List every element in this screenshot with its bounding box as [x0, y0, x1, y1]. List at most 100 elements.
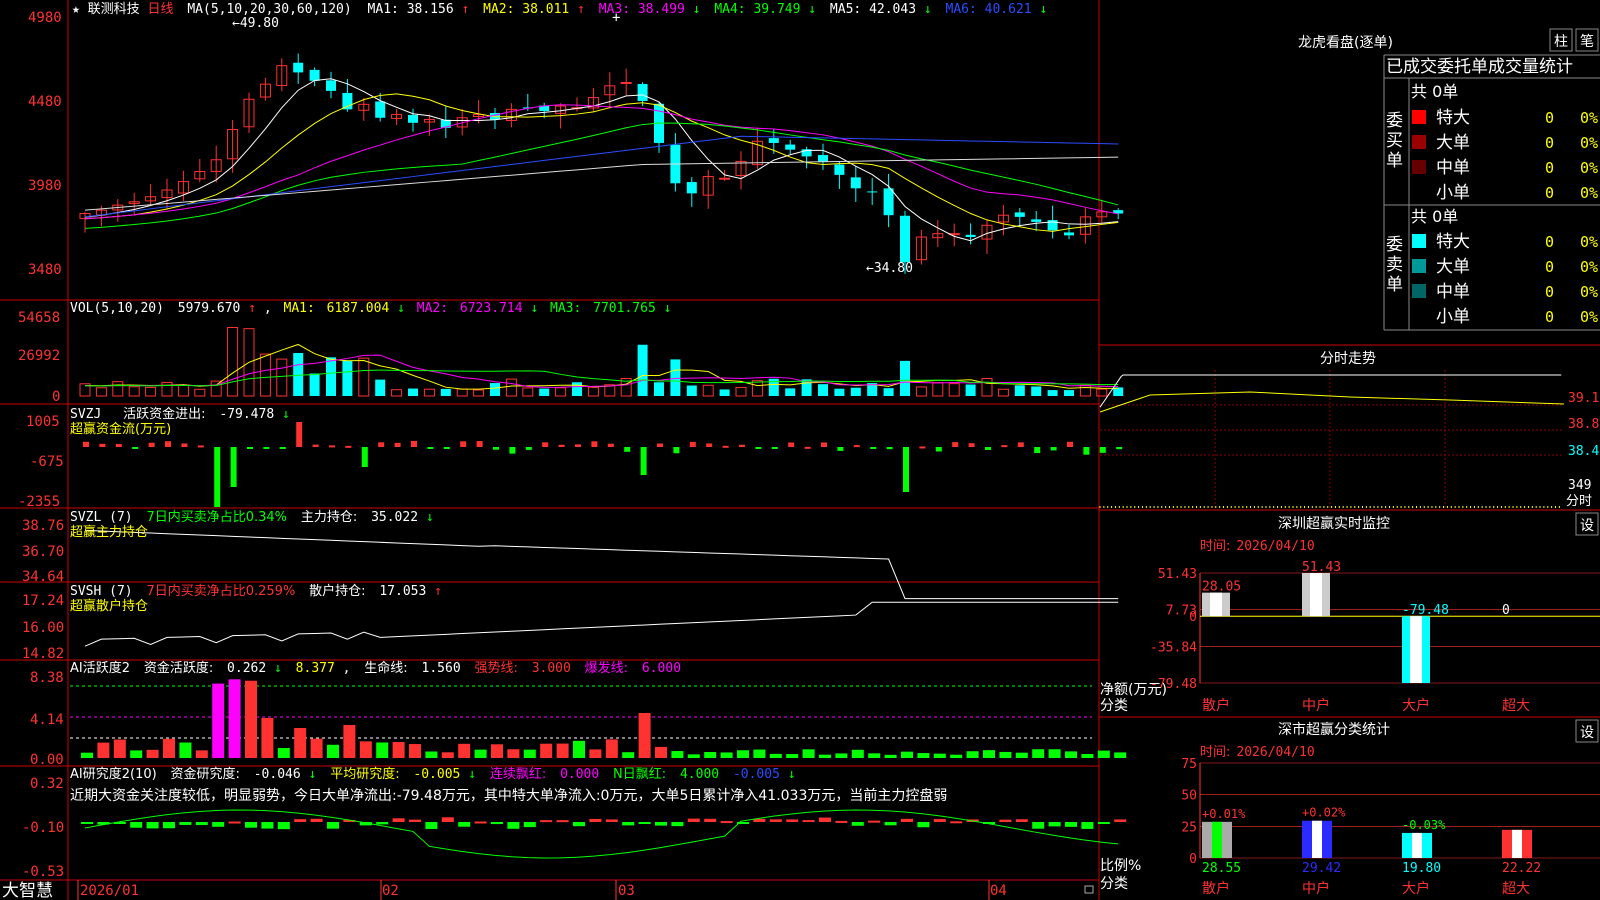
svzj-bar [460, 441, 467, 447]
svsh-arrow: ↑ [434, 584, 442, 599]
svzj-bar [230, 447, 237, 487]
svsh-desc: 7日内买卖净占比0.259% [146, 583, 295, 599]
ai1-bar [1081, 753, 1094, 758]
ai2-bar [81, 822, 93, 824]
lock-icon[interactable] [1084, 885, 1094, 894]
ma6-value: 40.621 [985, 2, 1032, 17]
volume-chart[interactable] [79, 327, 1124, 397]
volume-bar [932, 382, 944, 397]
classify-ytick: 50 [1181, 789, 1197, 804]
row-count: 0 [1545, 283, 1554, 301]
realtime-category: 大户 [1402, 697, 1430, 714]
svzj-bar [722, 445, 729, 448]
volume-bar [161, 381, 173, 397]
ai1-desc: 资金活跃度: [144, 660, 213, 676]
svzj-bar [1083, 447, 1090, 455]
svzj-bar [214, 447, 221, 507]
ma5-value: 42.043 [869, 2, 916, 17]
date-ticks [77, 880, 990, 900]
svzj-chart[interactable] [83, 422, 1123, 507]
ma2-line [84, 93, 1119, 232]
main-canvas[interactable]: 4980 4480 3980 3480 54658 26992 0 1005 -… [0, 0, 1600, 900]
ai2-bar [376, 822, 389, 825]
date-tick: 2026/01 [80, 883, 139, 899]
ai1-bar [819, 754, 831, 758]
ai2-bar [851, 822, 864, 826]
price-candle [768, 138, 779, 143]
ai1-bar [835, 753, 848, 758]
svzl-hold: 35.022 [371, 510, 418, 525]
ma6-label: MA6: [946, 2, 977, 17]
row-pct: 0% [1580, 184, 1598, 202]
ai2-bar [573, 822, 585, 827]
volume-bar [702, 384, 714, 397]
svzj-bar [197, 445, 204, 448]
volume-bar [194, 388, 206, 397]
ai1-bar [458, 743, 471, 758]
volume-bar [1031, 386, 1042, 396]
svzj-bar [985, 447, 991, 450]
svsh-chart[interactable] [84, 601, 1119, 647]
star-icon[interactable]: ★ [72, 2, 80, 17]
intraday-chart[interactable] [1099, 370, 1565, 508]
date-tick: 03 [618, 883, 635, 899]
svzj-bar [1034, 447, 1041, 454]
svzj-bar [1050, 447, 1057, 451]
volume-bar [751, 380, 763, 397]
svzj-bar [542, 442, 549, 447]
classify-change: +0.01% [1202, 807, 1246, 821]
ai1-chart[interactable] [70, 679, 1127, 758]
ma5-line [84, 156, 1119, 211]
svzj-bar [837, 447, 844, 451]
svsh-axis: 17.24 16.00 14.82 [22, 593, 64, 662]
volume-bar [818, 384, 828, 396]
row-label: 大单 [1436, 133, 1470, 153]
svsh-header: SVSH (7) 7日内买卖净占比0.259% 散户持仓: 17.053 ↑ [70, 583, 442, 599]
ai1-bar [1015, 752, 1028, 758]
row-label: 小单 [1436, 307, 1470, 327]
price-candle [686, 182, 697, 194]
ma4-arrow: ↓ [808, 2, 816, 17]
volume-bar [539, 388, 550, 396]
ma3-line [84, 104, 1119, 220]
row-pct: 0% [1580, 159, 1598, 177]
ai2-tick: -0.10 [22, 820, 64, 836]
realtime-chart[interactable]: 51.437.730-35.84-79.4828.05散户51.43中户-79.… [1150, 560, 1600, 714]
period-label[interactable]: 日线 [148, 2, 174, 17]
volume-bar [490, 383, 500, 396]
classify-chart[interactable]: 75 50 25 0 +0.01% 28.55 散户 +0.02% 29.42 中户 -0.03% 1… [1181, 757, 1600, 897]
ai1-bar [441, 752, 454, 758]
svzj-bar [673, 447, 680, 454]
svzj-bar [952, 442, 959, 447]
ai1-bar [1114, 752, 1127, 758]
ai1-bar [917, 753, 930, 758]
volume-bar [981, 378, 993, 397]
classify-value: 29.42 [1302, 861, 1341, 876]
ai2-chart[interactable] [81, 809, 1127, 859]
volume-bar [145, 386, 157, 397]
date-axis: 2026/01 02 03 04 [80, 883, 1007, 899]
svzl-tick: 36.70 [22, 544, 64, 560]
ai2-bar [786, 819, 799, 822]
row-label: 小单 [1436, 183, 1470, 203]
volume-bar [637, 344, 648, 396]
ai1-bar [540, 743, 553, 758]
volume-bar [1079, 384, 1091, 397]
ai2-tick: -0.53 [22, 864, 64, 880]
ma4-line [84, 122, 1119, 229]
ai1-bar [720, 752, 733, 758]
svzj-bar [99, 443, 106, 447]
classify-xlabel: 分类 [1100, 876, 1128, 892]
svzj-bar [607, 443, 614, 447]
price-chart[interactable] [79, 53, 1124, 274]
svzj-bar [263, 447, 270, 449]
ai2-n: 4.000 [680, 767, 719, 782]
vol-header: VOL(5,10,20) 5979.670 ↑ , MA1: 6187.004 … [70, 301, 671, 316]
row-color-swatch [1412, 160, 1426, 174]
ma3-value: 38.499 [638, 2, 685, 17]
price-tick: 3980 [28, 178, 62, 194]
ai2-bar [687, 818, 700, 822]
classify-change: +0.02% [1302, 806, 1346, 820]
svzj-bar [1067, 441, 1073, 447]
svzl-header: SVZL (7) 7日内买卖净占比0.34% 主力持仓: 35.022 ↓ [70, 509, 434, 525]
